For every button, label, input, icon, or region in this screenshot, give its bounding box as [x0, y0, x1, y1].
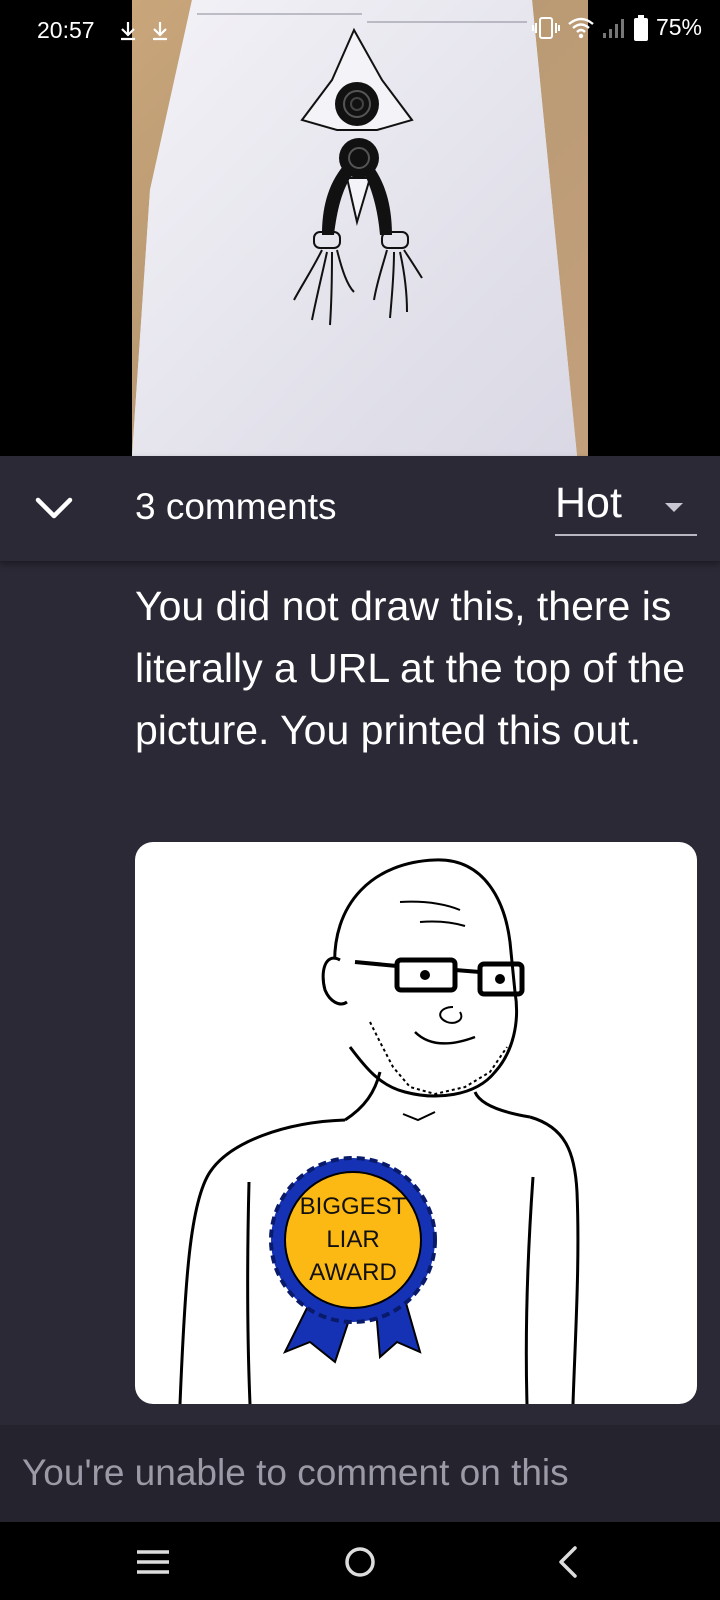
home-button[interactable] [335, 1540, 385, 1584]
wojak-meme-illustration: BIGGEST LIAR AWARD [178, 858, 580, 1404]
comment-disabled-text: You're unable to comment on this [22, 1452, 569, 1493]
sort-value: Hot [555, 479, 622, 527]
home-icon [345, 1547, 375, 1577]
download-icon [121, 22, 135, 41]
status-bar: 20:57 75% [0, 0, 720, 62]
collapse-comments-button[interactable] [30, 484, 78, 532]
cell-signal-icon [602, 18, 624, 38]
comment-count: 3 comments [135, 486, 337, 527]
comment-image[interactable]: BIGGEST LIAR AWARD [135, 842, 697, 1404]
sort-dropdown[interactable]: Hot [555, 476, 697, 536]
comment-body: You did not draw this, there is literall… [135, 583, 685, 753]
status-right-cluster: 75% [531, 14, 702, 41]
drawing-photo-illustration [132, 0, 577, 456]
status-time: 20:57 [37, 17, 95, 43]
back-icon [559, 1546, 577, 1578]
dropdown-arrow-icon [665, 503, 683, 512]
download-icon [153, 22, 167, 41]
vibrate-icon [531, 16, 560, 39]
system-nav-bar [0, 1522, 720, 1600]
post-photo[interactable] [132, 0, 588, 456]
comment-list: You did not draw this, there is literall… [0, 561, 720, 1425]
post-media[interactable] [0, 0, 720, 456]
ribbon-line-3: AWARD [309, 1259, 397, 1286]
battery-percent: 75% [655, 14, 702, 40]
ribbon-line-2: LIAR [326, 1226, 379, 1253]
recent-apps-icon [137, 1550, 169, 1574]
recent-apps-button[interactable] [128, 1540, 178, 1584]
comment-input-disabled: You're unable to comment on this [0, 1425, 720, 1522]
chevron-down-icon [35, 497, 73, 519]
battery-icon [633, 14, 648, 41]
ribbon-line-1: BIGGEST [300, 1193, 407, 1220]
back-button[interactable] [545, 1540, 595, 1584]
wifi-icon [568, 17, 594, 38]
comments-header: 3 comments Hot [0, 456, 720, 561]
